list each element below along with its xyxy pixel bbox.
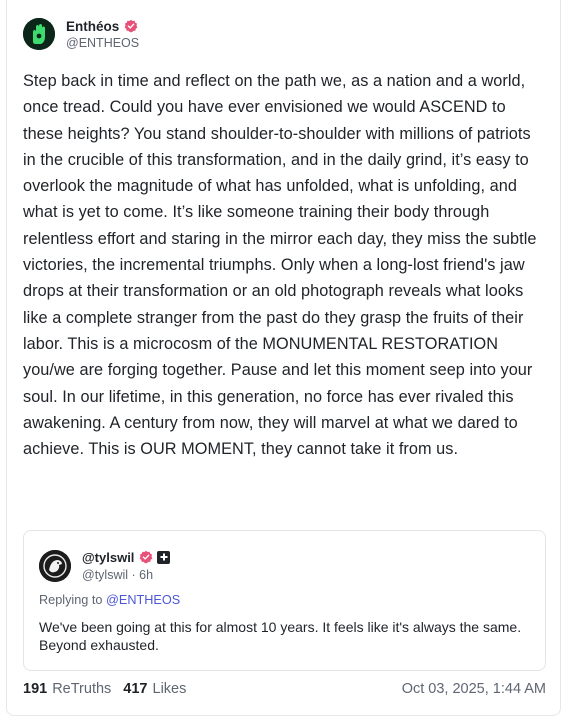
- author-handle[interactable]: @ENTHEOS: [66, 36, 139, 50]
- post-card: Enthéos @ENTHEOS Step back in time and r…: [6, 0, 561, 716]
- replying-prefix: Replying to: [39, 593, 103, 607]
- author-avatar[interactable]: [23, 18, 55, 50]
- green-hand-icon: [23, 18, 55, 50]
- post-footer: 191 ReTruths 417 Likes Oct 03, 2025, 1:4…: [23, 680, 546, 698]
- post-body-text: Step back in time and reflect on the pat…: [23, 72, 537, 459]
- meta-separator: ·: [131, 568, 136, 582]
- plus-badge-icon: [157, 550, 171, 564]
- author-display-name[interactable]: Enthéos: [66, 19, 119, 34]
- quoted-meta: @tylswil · 6h: [82, 568, 170, 582]
- verified-badge-icon: [124, 19, 138, 33]
- replying-to-link[interactable]: @ENTHEOS: [106, 593, 180, 607]
- quoted-age: 6h: [139, 568, 154, 582]
- eagle-avatar-icon: [39, 549, 71, 582]
- retruths-count: 191: [23, 681, 48, 697]
- quoted-body-text: We've been going at this for almost 10 y…: [39, 619, 522, 653]
- likes-label: Likes: [152, 681, 187, 697]
- replying-to-line: Replying to @ENTHEOS: [39, 593, 180, 607]
- post-author[interactable]: Enthéos @ENTHEOS: [23, 18, 139, 50]
- likes-stat[interactable]: 417 Likes: [123, 681, 186, 697]
- quoted-author[interactable]: @tylswil @tylswil · 6h: [39, 549, 171, 582]
- retruths-stat[interactable]: 191 ReTruths: [23, 681, 111, 697]
- quoted-author-avatar[interactable]: [39, 549, 71, 582]
- post-timestamp[interactable]: Oct 03, 2025, 1:44 AM: [402, 681, 546, 697]
- quoted-display-name[interactable]: @tylswil: [82, 550, 134, 565]
- quoted-reply-card[interactable]: @tylswil @tylswil · 6h Replying to @ENTH…: [23, 530, 546, 671]
- likes-count: 417: [123, 681, 148, 697]
- retruths-label: ReTruths: [52, 681, 112, 697]
- verified-badge-icon: [140, 550, 153, 564]
- quoted-handle[interactable]: @tylswil: [82, 568, 128, 582]
